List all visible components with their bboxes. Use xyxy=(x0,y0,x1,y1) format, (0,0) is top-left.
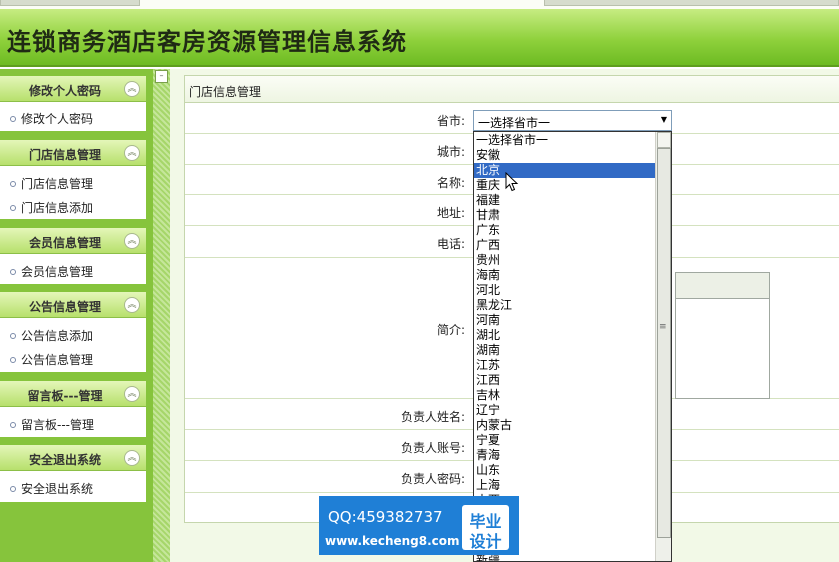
field-label: 电话: xyxy=(436,237,465,251)
dropdown-option[interactable]: 内蒙古 xyxy=(474,418,656,433)
menu-group-password[interactable]: 修改个人密码 ︽ xyxy=(0,76,146,102)
sidebar-item-member-manage[interactable]: 会员信息管理 xyxy=(10,263,93,280)
menu-group-members[interactable]: 会员信息管理 ︽ xyxy=(0,228,146,254)
menu-group-title: 会员信息管理 xyxy=(28,236,101,250)
dropdown-option[interactable]: 福建 xyxy=(474,193,656,208)
field-label: 城市: xyxy=(436,145,465,159)
menu-group-title: 公告信息管理 xyxy=(28,300,101,314)
editor-toolbar xyxy=(676,273,769,299)
dropdown-arrow-icon[interactable]: ▼ xyxy=(661,115,667,124)
bullet-icon xyxy=(10,421,16,428)
frame-splitter[interactable]: – xyxy=(153,69,170,562)
dropdown-option[interactable]: 甘肃 xyxy=(474,208,656,223)
sidebar-item-notice-add[interactable]: 公告信息添加 xyxy=(10,327,93,344)
collapse-icon[interactable]: ︽ xyxy=(124,386,140,402)
sidebar-item-logout[interactable]: 安全退出系统 xyxy=(10,480,93,497)
dropdown-option[interactable]: 宁夏 xyxy=(474,433,656,448)
field-label: 省市: xyxy=(436,114,465,128)
browser-tab[interactable] xyxy=(0,0,140,6)
sidebar-menu: 修改个人密码 ︽ 修改个人密码 门店信息管理 ︽ 门店信息管理 门店信息添加 会… xyxy=(0,69,153,562)
sidebar-item-notice-manage[interactable]: 公告信息管理 xyxy=(10,351,93,368)
collapse-icon[interactable]: ︽ xyxy=(124,81,140,97)
app-title: 连锁商务酒店客房资源管理信息系统 xyxy=(7,27,407,56)
menu-group-body: 门店信息管理 门店信息添加 xyxy=(0,166,146,219)
dropdown-option[interactable]: 吉林 xyxy=(474,388,656,403)
dropdown-option[interactable]: 海南 xyxy=(474,268,656,283)
browser-tab-strip xyxy=(0,0,839,9)
bullet-icon xyxy=(10,268,16,275)
sidebar-item-guestbook-manage[interactable]: 留言板---管理 xyxy=(10,416,94,433)
app-window: 连锁商务酒店客房资源管理信息系统 修改个人密码 ︽ 修改个人密码 门店信息管理 … xyxy=(0,0,839,562)
menu-group-body: 留言板---管理 xyxy=(0,407,146,437)
menu-group-body: 安全退出系统 xyxy=(0,471,146,502)
app-header: 连锁商务酒店客房资源管理信息系统 xyxy=(0,9,839,67)
dropdown-option[interactable]: 青海 xyxy=(474,448,656,463)
province-select[interactable]: 一选择省市一 ▼ xyxy=(473,110,672,131)
province-select-value: 一选择省市一 xyxy=(478,116,551,130)
collapse-icon[interactable]: ︽ xyxy=(124,450,140,466)
menu-group-title: 门店信息管理 xyxy=(28,148,101,162)
sidebar-item-store-add[interactable]: 门店信息添加 xyxy=(10,199,93,216)
menu-group-logout[interactable]: 安全退出系统 ︽ xyxy=(0,445,146,471)
scroll-grip-icon: ≡ xyxy=(659,322,667,332)
page-title: 门店信息管理 xyxy=(189,85,262,99)
watermark-site: www.kecheng8.com xyxy=(325,534,460,548)
panel-title-bar: 门店信息管理 xyxy=(185,76,839,103)
dropdown-option[interactable]: 湖北 xyxy=(474,328,656,343)
watermark-banner: QQ:459382737 www.kecheng8.com 毕业 设计 xyxy=(319,496,519,555)
dropdown-option[interactable]: 山东 xyxy=(474,463,656,478)
menu-group-guestbook[interactable]: 留言板---管理 ︽ xyxy=(0,381,146,407)
field-label: 负责人账号: xyxy=(400,441,465,455)
menu-group-title: 留言板---管理 xyxy=(27,389,103,403)
scrollbar-thumb[interactable] xyxy=(657,148,671,538)
menu-group-stores[interactable]: 门店信息管理 ︽ xyxy=(0,140,146,166)
dropdown-option[interactable]: 河北 xyxy=(474,283,656,298)
collapse-sidebar-button[interactable]: – xyxy=(155,70,168,83)
bullet-icon xyxy=(10,115,16,122)
menu-group-body: 修改个人密码 xyxy=(0,102,146,131)
dropdown-scrollbar[interactable]: ≡ xyxy=(655,132,671,561)
scroll-up-button[interactable] xyxy=(657,132,671,148)
bullet-icon xyxy=(10,485,16,492)
collapse-icon[interactable]: ︽ xyxy=(124,145,140,161)
dropdown-option[interactable]: 贵州 xyxy=(474,253,656,268)
browser-tab[interactable] xyxy=(544,0,839,6)
dropdown-option[interactable]: 重庆 xyxy=(474,178,656,193)
menu-group-title: 修改个人密码 xyxy=(28,84,101,98)
bullet-icon xyxy=(10,180,16,187)
dropdown-option[interactable]: 北京 xyxy=(474,163,656,178)
menu-group-title: 安全退出系统 xyxy=(28,453,101,467)
menu-group-body: 公告信息添加 公告信息管理 xyxy=(0,318,146,372)
dropdown-option[interactable]: 上海 xyxy=(474,478,656,493)
field-label: 负责人姓名: xyxy=(400,410,465,424)
bullet-icon xyxy=(10,356,16,363)
menu-group-body: 会员信息管理 xyxy=(0,254,146,284)
dropdown-option[interactable]: 河南 xyxy=(474,313,656,328)
dropdown-option[interactable]: 广西 xyxy=(474,238,656,253)
sidebar-item-change-password[interactable]: 修改个人密码 xyxy=(10,110,93,127)
collapse-icon[interactable]: ︽ xyxy=(124,297,140,313)
field-label: 负责人密码: xyxy=(400,472,465,486)
dropdown-option[interactable]: 辽宁 xyxy=(474,403,656,418)
dropdown-option[interactable]: 一选择省市一 xyxy=(474,133,656,148)
watermark-logo: 毕业 设计 xyxy=(462,505,509,551)
dropdown-option[interactable]: 广东 xyxy=(474,223,656,238)
menu-group-notices[interactable]: 公告信息管理 ︽ xyxy=(0,292,146,318)
watermark-qq: QQ:459382737 xyxy=(328,508,443,526)
dropdown-option[interactable]: 湖南 xyxy=(474,343,656,358)
field-label: 名称: xyxy=(436,176,465,190)
bullet-icon xyxy=(10,332,16,339)
dropdown-option[interactable]: 江西 xyxy=(474,373,656,388)
bullet-icon xyxy=(10,204,16,211)
dropdown-option[interactable]: 安徽 xyxy=(474,148,656,163)
dropdown-option[interactable]: 江苏 xyxy=(474,358,656,373)
field-label: 简介: xyxy=(436,323,465,337)
field-label: 地址: xyxy=(436,206,465,220)
mouse-pointer-icon xyxy=(505,172,519,192)
sidebar-item-store-manage[interactable]: 门店信息管理 xyxy=(10,175,93,192)
collapse-icon[interactable]: ︽ xyxy=(124,233,140,249)
dropdown-option[interactable]: 黑龙江 xyxy=(474,298,656,313)
intro-editor[interactable] xyxy=(675,272,770,399)
